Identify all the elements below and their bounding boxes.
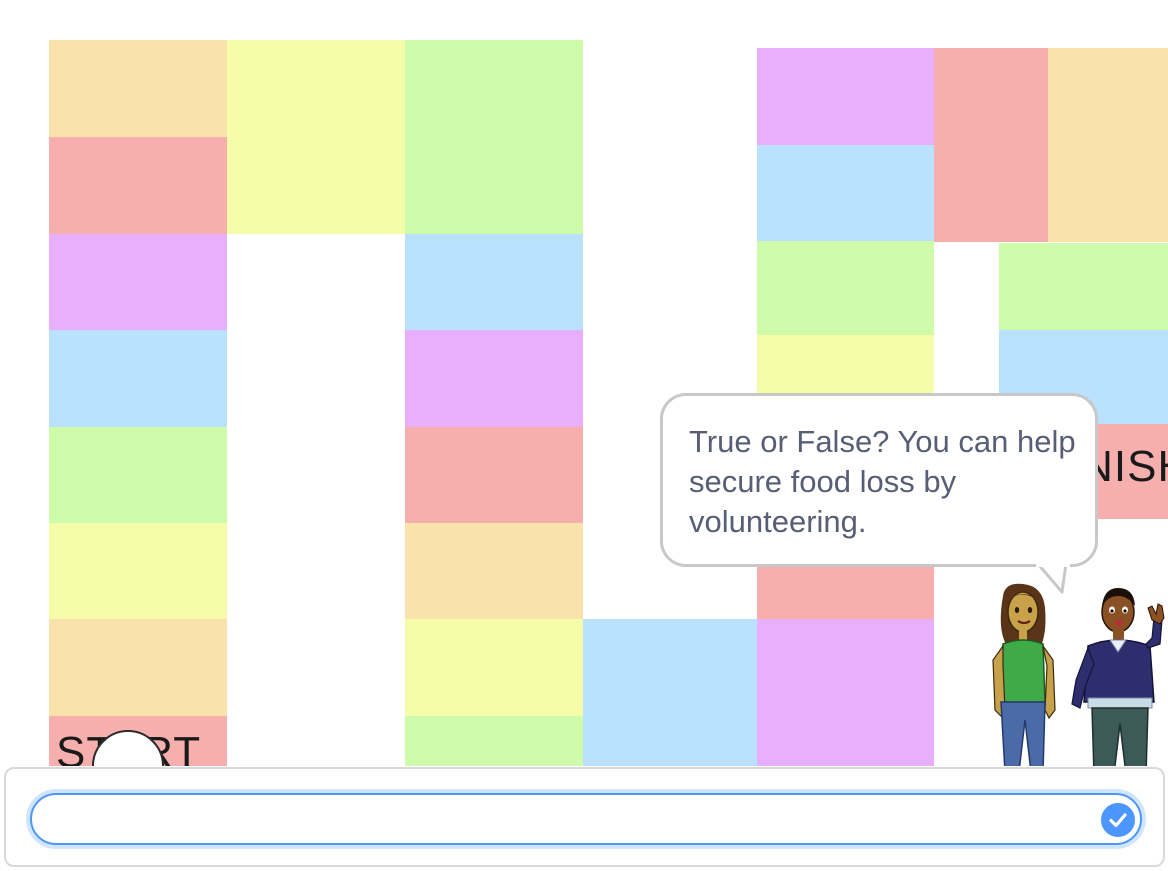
board-tile	[49, 137, 227, 234]
check-icon	[1109, 813, 1127, 828]
board-tile	[405, 234, 583, 330]
board-tile	[1048, 48, 1168, 242]
board-tile	[49, 40, 227, 137]
board-tile	[227, 40, 405, 234]
board-tile	[934, 48, 1048, 242]
board-tile	[757, 560, 934, 619]
board-tile	[49, 427, 227, 523]
boy-character	[1071, 588, 1165, 766]
girl-character	[992, 583, 1056, 766]
board-tile	[757, 619, 934, 766]
board-tile	[583, 619, 757, 766]
board-tile	[405, 619, 583, 716]
submit-answer-button[interactable]	[1099, 801, 1137, 839]
board-tile	[405, 716, 583, 766]
board-tile	[999, 243, 1168, 330]
answer-panel	[4, 767, 1165, 867]
board-tile	[49, 330, 227, 427]
board-tile	[405, 427, 583, 523]
question-text: True or False? You can help secure food …	[689, 424, 1076, 539]
board-tile	[757, 145, 934, 241]
board-tile	[49, 523, 227, 619]
board-tile	[405, 330, 583, 427]
board-tile	[757, 48, 934, 145]
board-tile	[757, 241, 934, 335]
speech-bubble: True or False? You can help secure food …	[660, 393, 1098, 567]
board-tile	[49, 619, 227, 716]
board-tile	[49, 234, 227, 330]
board-tile	[405, 40, 583, 234]
game-board: FINISH START True or False? You can help…	[0, 0, 1168, 766]
answer-input[interactable]	[30, 793, 1142, 845]
board-tile	[405, 523, 583, 619]
